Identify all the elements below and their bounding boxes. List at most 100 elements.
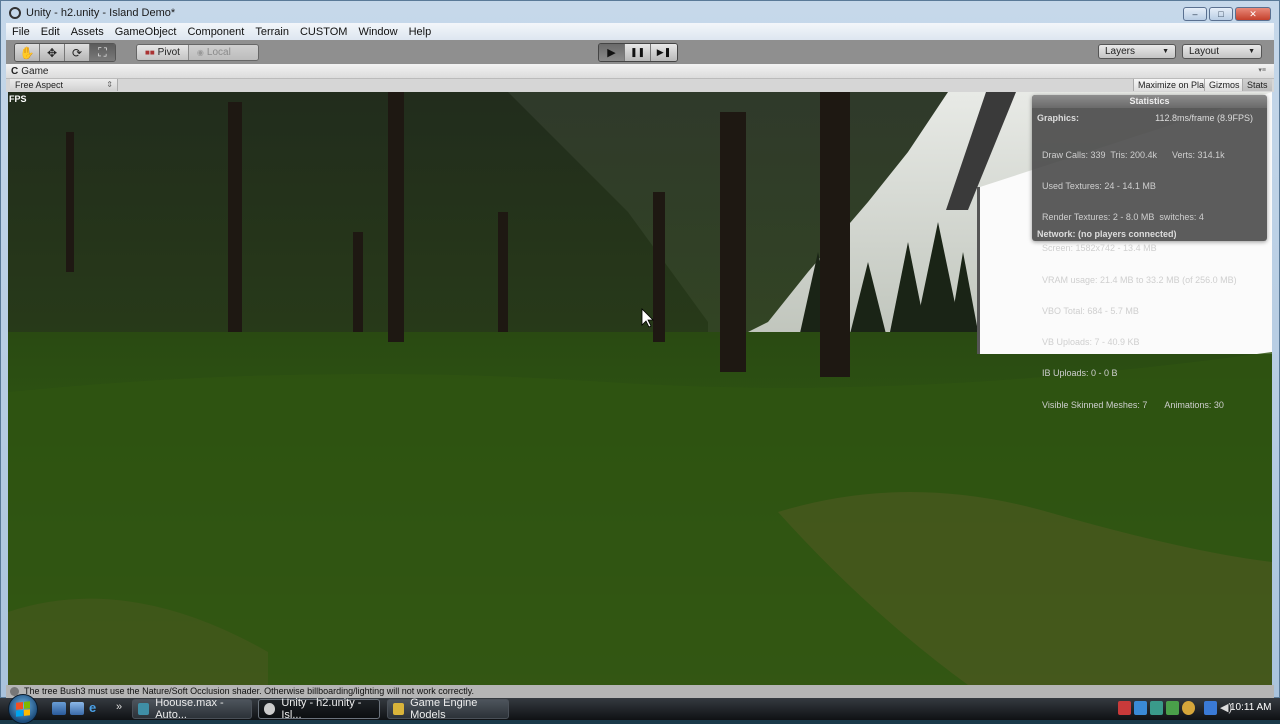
stat-line: Screen: 1582x742 - 13.4 MB [1042, 243, 1157, 254]
toolbar: ✋ ✥ ⟳ ⛶ ■■ Pivot ◉ Local ▶ ❚❚ ▶❚ Layers ▼ … [6, 40, 1274, 64]
updown-icon: ⇕ [106, 80, 113, 89]
system-tray: ◀) [1118, 701, 1233, 715]
clock[interactable]: 10:11 AM [1230, 702, 1272, 713]
game-icon: C [11, 65, 19, 77]
title-bar[interactable]: Unity - h2.unity - Island Demo* – □ ✕ [1, 1, 1279, 25]
unity-icon [264, 703, 276, 715]
unity-logo-icon [9, 7, 21, 19]
task-label: Game Engine Models [410, 697, 478, 721]
transform-tools: ✋ ✥ ⟳ ⛶ [14, 43, 116, 62]
local-label: Local [206, 47, 231, 58]
statistics-title: Statistics [1032, 95, 1267, 108]
folder-icon [393, 703, 405, 715]
local-button[interactable]: ◉ Local [187, 45, 258, 60]
network-status: Network: (no players connected) [1037, 229, 1177, 239]
tray-update-icon[interactable] [1182, 701, 1195, 715]
scale-tool-button[interactable]: ⛶ [90, 44, 115, 61]
stat-line: VB Uploads: 7 - 40.9 KB [1042, 337, 1140, 348]
step-button[interactable]: ▶❚ [651, 44, 677, 61]
panel-menu-icon[interactable]: ▾≡ [1258, 66, 1266, 74]
tray-security-icon[interactable] [1166, 701, 1179, 715]
statistics-panel: Statistics Graphics: 112.8ms/frame (8.9F… [1032, 95, 1267, 410]
network-icon[interactable] [1204, 701, 1217, 715]
fps-label: FPS [9, 94, 27, 104]
frame-time: 112.8ms/frame (8.9FPS) [1155, 113, 1253, 123]
maximize-on-play-button[interactable]: Maximize on Play [1133, 79, 1213, 91]
tab-game[interactable]: C Game [11, 66, 48, 77]
stat-line: IB Uploads: 0 - 0 B [1042, 368, 1118, 379]
taskbar-item-hoouse[interactable]: Hoouse.max - Auto... [132, 697, 252, 721]
tray-sync-icon[interactable] [1134, 701, 1147, 715]
building-edge [977, 187, 980, 354]
layers-label: Layers [1105, 46, 1136, 57]
minimize-button[interactable]: – [1183, 7, 1207, 21]
layers-dropdown[interactable]: Layers ▼ [1098, 44, 1176, 59]
stat-line: Draw Calls: 339 Tris: 200.4k Verts: 314.… [1042, 149, 1225, 160]
tray-network-icon[interactable] [1150, 701, 1163, 715]
scale-icon: ⛶ [98, 45, 107, 59]
windows-logo-icon [16, 701, 30, 717]
show-desktop-icon[interactable] [52, 702, 66, 715]
chevron-down-icon: ▼ [1248, 48, 1255, 55]
task-label: Hoouse.max - Auto... [155, 697, 224, 721]
aspect-dropdown[interactable]: Free Aspect ⇕ [10, 79, 118, 91]
play-icon: ▶ [607, 47, 616, 59]
menu-bar: File Edit Assets GameObject Component Te… [6, 23, 1274, 40]
switch-windows-icon[interactable] [70, 702, 84, 715]
play-button[interactable]: ▶ [599, 44, 625, 61]
rotate-tool-button[interactable]: ⟳ [65, 44, 90, 61]
rotate-icon: ⟳ [71, 45, 83, 60]
chevron-down-icon: ▼ [1162, 48, 1169, 55]
hand-tool-button[interactable]: ✋ [15, 44, 40, 61]
move-arrows-icon: ✥ [46, 45, 58, 60]
layout-label: Layout [1189, 46, 1220, 57]
status-message: The tree Bush3 must use the Nature/Soft … [24, 686, 475, 696]
hand-icon: ✋ [19, 45, 35, 60]
taskbar: e » Hoouse.max - Auto... Unity - h2.unit… [0, 694, 1280, 724]
pause-icon: ❚❚ [629, 47, 646, 57]
task-label: Unity - h2.unity - Isl... [281, 697, 362, 721]
game-viewport[interactable]: FPS Statistics Graphics: 112.8ms/frame (… [8, 92, 1272, 685]
menu-file[interactable]: File [12, 26, 30, 38]
window-controls: – □ ✕ [1183, 7, 1271, 21]
pivot-button[interactable]: ■■ Pivot [137, 45, 188, 60]
stat-line: Visible Skinned Meshes: 7 Animations: 30 [1042, 399, 1224, 410]
unity-window: Unity - h2.unity - Island Demo* – □ ✕ Fi… [0, 0, 1280, 698]
pause-button[interactable]: ❚❚ [625, 44, 651, 61]
game-tab-label: Game [21, 65, 49, 77]
pivot-icon: ■■ [145, 48, 155, 57]
maximize-button[interactable]: □ [1209, 7, 1233, 21]
layout-dropdown[interactable]: Layout ▼ [1182, 44, 1262, 59]
step-icon: ▶❚ [656, 47, 672, 57]
menu-custom[interactable]: CUSTOM [300, 26, 347, 38]
window-title: Unity - h2.unity - Island Demo* [26, 7, 176, 19]
pivot-toggle: ■■ Pivot ◉ Local [136, 44, 259, 61]
menu-window[interactable]: Window [358, 26, 397, 38]
quick-launch-chevron[interactable]: » [116, 701, 122, 713]
play-controls: ▶ ❚❚ ▶❚ [598, 43, 678, 62]
move-tool-button[interactable]: ✥ [40, 44, 65, 61]
stat-line: Used Textures: 24 - 14.1 MB [1042, 181, 1156, 192]
stats-button[interactable]: Stats [1242, 79, 1272, 91]
menu-gameobject[interactable]: GameObject [115, 26, 177, 38]
menu-terrain[interactable]: Terrain [255, 26, 289, 38]
close-button[interactable]: ✕ [1235, 7, 1271, 21]
internet-explorer-icon[interactable]: e [89, 700, 103, 715]
pivot-label: Pivot [157, 47, 180, 58]
local-icon: ◉ [196, 48, 204, 57]
menu-help[interactable]: Help [409, 26, 432, 38]
graphics-label: Graphics: [1037, 113, 1080, 123]
taskbar-item-game-engine-models[interactable]: Game Engine Models [387, 697, 509, 721]
3dsmax-icon [138, 703, 150, 715]
menu-edit[interactable]: Edit [41, 26, 60, 38]
statistics-lines: Draw Calls: 339 Tris: 200.4k Verts: 314.… [1042, 129, 1237, 431]
taskbar-item-unity[interactable]: Unity - h2.unity - Isl... [258, 697, 380, 721]
tray-app-icon[interactable] [1118, 701, 1131, 715]
stat-line: VBO Total: 684 - 5.7 MB [1042, 305, 1139, 316]
stat-line: Render Textures: 2 - 8.0 MB switches: 4 [1042, 212, 1204, 223]
menu-assets[interactable]: Assets [71, 26, 104, 38]
game-view-header: C Game ▾≡ [6, 64, 1274, 79]
aspect-label: Free Aspect [15, 80, 64, 90]
menu-component[interactable]: Component [187, 26, 244, 38]
gizmos-button[interactable]: Gizmos [1204, 79, 1244, 91]
